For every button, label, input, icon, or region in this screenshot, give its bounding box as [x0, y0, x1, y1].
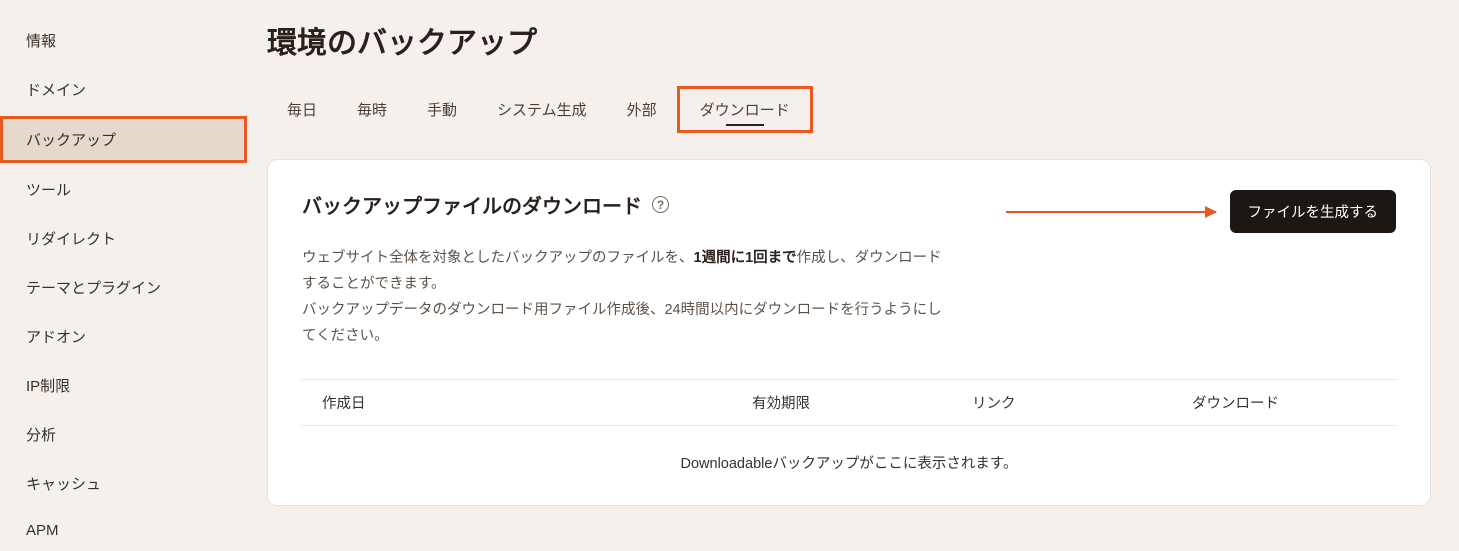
tab-manual[interactable]: 手動	[407, 89, 477, 130]
table-empty-message: Downloadableバックアップがここに表示されます。	[302, 426, 1396, 477]
sidebar-item-redirect[interactable]: リダイレクト	[0, 216, 247, 261]
sidebar-item-themes-plugins[interactable]: テーマとプラグイン	[0, 265, 247, 310]
sidebar-item-addons[interactable]: アドオン	[0, 314, 247, 359]
col-created: 作成日	[322, 392, 752, 413]
sidebar-item-cache[interactable]: キャッシュ	[0, 461, 247, 506]
card-title-text: バックアップファイルのダウンロード	[302, 190, 642, 219]
sidebar-item-ip-restrict[interactable]: IP制限	[0, 363, 247, 408]
sidebar: 情報 ドメイン バックアップ ツール リダイレクト テーマとプラグイン アドオン…	[0, 0, 247, 500]
tab-download[interactable]: ダウンロード	[677, 86, 813, 133]
col-expires: 有効期限	[752, 392, 972, 413]
tab-hourly[interactable]: 毎時	[337, 89, 407, 130]
arrow-and-button: ファイルを生成する	[1006, 190, 1397, 233]
generate-file-button[interactable]: ファイルを生成する	[1230, 190, 1397, 233]
tabs: 毎日 毎時 手動 システム生成 外部 ダウンロード	[267, 86, 1431, 133]
sidebar-item-tools[interactable]: ツール	[0, 167, 247, 212]
card-title: バックアップファイルのダウンロード ?	[302, 190, 669, 219]
main-content: 環境のバックアップ 毎日 毎時 手動 システム生成 外部 ダウンロード バックア…	[247, 0, 1459, 500]
sidebar-item-domain[interactable]: ドメイン	[0, 67, 247, 112]
desc-part1: ウェブサイト全体を対象としたバックアップのファイルを、	[302, 250, 694, 266]
col-link: リンク	[972, 392, 1192, 413]
tab-daily[interactable]: 毎日	[267, 89, 337, 130]
download-card: バックアップファイルのダウンロード ? ファイルを生成する ウェブサイト全体を対…	[267, 159, 1431, 506]
sidebar-item-info[interactable]: 情報	[0, 18, 247, 63]
card-description: ウェブサイト全体を対象としたバックアップのファイルを、1週間に1回まで作成し、ダ…	[302, 245, 942, 349]
col-download: ダウンロード	[1192, 392, 1376, 413]
table-header: 作成日 有効期限 リンク ダウンロード	[302, 379, 1396, 426]
desc-bold: 1週間に1回まで	[694, 250, 797, 266]
tab-system[interactable]: システム生成	[477, 89, 607, 130]
desc-line2: バックアップデータのダウンロード用ファイル作成後、24時間以内にダウンロードを行…	[302, 302, 942, 344]
sidebar-item-apm[interactable]: APM	[0, 510, 247, 551]
sidebar-item-analytics[interactable]: 分析	[0, 412, 247, 457]
page-title: 環境のバックアップ	[267, 18, 1431, 62]
help-icon[interactable]: ?	[652, 196, 669, 213]
sidebar-item-backup[interactable]: バックアップ	[0, 116, 247, 163]
card-header: バックアップファイルのダウンロード ? ファイルを生成する	[302, 190, 1396, 233]
arrow-icon	[1006, 211, 1216, 213]
tab-external[interactable]: 外部	[607, 89, 677, 130]
